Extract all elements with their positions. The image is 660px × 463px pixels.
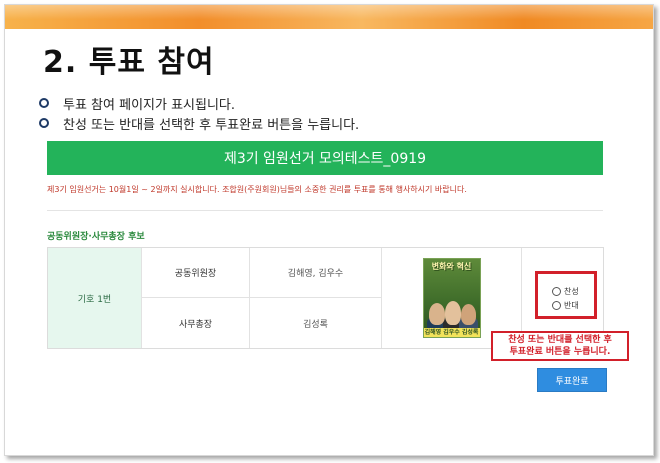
instruction-callout: 찬성 또는 반대를 선택한 후 투표완료 버튼을 누릅니다.	[491, 331, 629, 361]
poster-face	[444, 301, 461, 325]
reject-radio[interactable]	[552, 300, 561, 310]
bullet-list: 투표 참여 페이지가 표시됩니다. 찬성 또는 반대를 선택한 후 투표완료 버…	[39, 93, 359, 133]
callout-line-1: 찬성 또는 반대를 선택한 후	[508, 335, 612, 345]
position-label-co-chair: 공동위원장	[142, 248, 250, 298]
bullet-text: 찬성 또는 반대를 선택한 후 투표완료 버튼을 누릅니다.	[63, 117, 360, 133]
candidate-names-secretary: 김성록	[250, 298, 382, 348]
position-label-secretary: 사무총장	[142, 298, 250, 348]
divider	[47, 210, 603, 211]
top-bar-shine	[5, 5, 653, 29]
candidate-poster-image: 변화와 혁신 김해영 김우수 김성록	[422, 258, 481, 338]
bullet-circle-icon	[39, 118, 49, 128]
candidate-section-label: 공동위원장·사무총장 후보	[47, 232, 145, 242]
slide: 2. 투표 참여 투표 참여 페이지가 표시됩니다. 찬성 또는 반대를 선택한…	[4, 4, 654, 456]
approve-option[interactable]: 찬성	[552, 284, 594, 298]
bullet-circle-icon	[39, 98, 49, 108]
candidate-number: 기호 1번	[48, 248, 142, 348]
poster-face	[460, 304, 476, 325]
poster-footer: 김해영 김우수 김성록	[423, 328, 480, 337]
bullet-text: 투표 참여 페이지가 표시됩니다.	[63, 97, 236, 113]
bullet-item: 투표 참여 페이지가 표시됩니다.	[39, 93, 359, 113]
poster-headline: 변화와 혁신	[431, 262, 472, 271]
callout-line-2: 투표완료 버튼을 누릅니다.	[509, 347, 611, 357]
reject-option[interactable]: 반대	[552, 298, 594, 312]
bullet-item: 찬성 또는 반대를 선택한 후 투표완료 버튼을 누릅니다.	[39, 113, 359, 133]
candidate-names-co-chair: 김해영, 김우수	[250, 248, 382, 298]
vote-complete-button[interactable]: 투표완료	[537, 368, 607, 392]
election-notice: 제3기 임원선거는 10월1일 ~ 2일까지 실시합니다. 조합원(주원회원)님…	[47, 185, 467, 194]
approve-label: 찬성	[564, 286, 579, 296]
reject-label: 반대	[564, 300, 579, 310]
vote-page-header: 제3기 임원선거 모의테스트_0919	[47, 141, 603, 175]
approve-radio[interactable]	[552, 286, 561, 296]
poster-face	[428, 303, 445, 325]
choice-highlight-box: 찬성 반대	[535, 271, 597, 319]
slide-title: 2. 투표 참여	[43, 45, 215, 80]
